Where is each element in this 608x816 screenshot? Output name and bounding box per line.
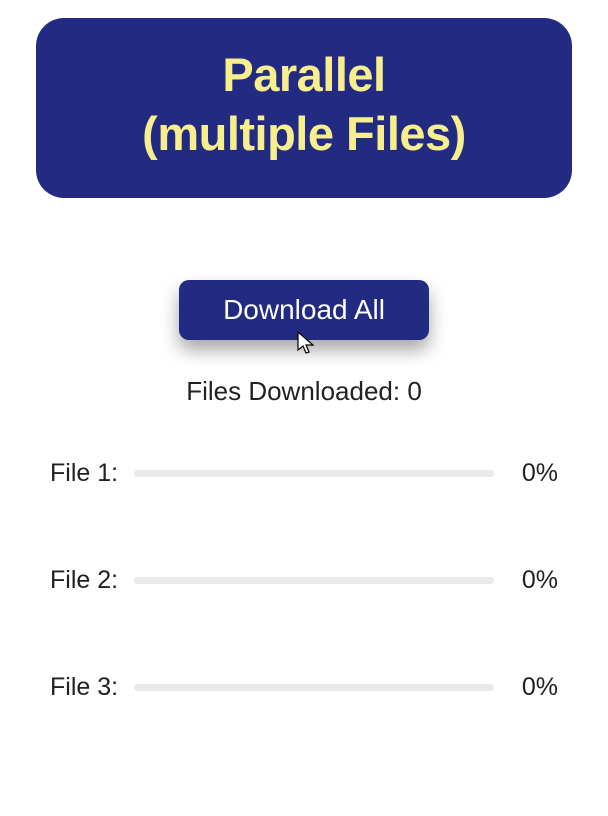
status-count: 0 (407, 376, 421, 406)
file-label: File 2: (50, 566, 122, 595)
progress-bar (134, 577, 494, 584)
files-list: File 1: 0% File 2: 0% File 3: 0% (0, 459, 608, 702)
main-content: Download All Files Downloaded: 0 File 1:… (0, 280, 608, 702)
page-title: Parallel (multiple Files) (56, 46, 552, 164)
files-downloaded-status: Files Downloaded: 0 (0, 376, 608, 407)
title-line-1: Parallel (222, 48, 385, 101)
file-row: File 3: 0% (50, 673, 558, 702)
status-label: Files Downloaded: (186, 376, 407, 406)
file-row: File 1: 0% (50, 459, 558, 488)
cursor-icon (296, 330, 316, 356)
file-label: File 1: (50, 459, 122, 488)
file-percent: 0% (506, 673, 558, 702)
file-percent: 0% (506, 566, 558, 595)
file-percent: 0% (506, 459, 558, 488)
header-card: Parallel (multiple Files) (36, 18, 572, 198)
progress-bar (134, 684, 494, 691)
download-all-button[interactable]: Download All (179, 280, 429, 340)
progress-bar (134, 470, 494, 477)
download-all-label: Download All (223, 294, 385, 325)
file-label: File 3: (50, 673, 122, 702)
title-line-2: (multiple Files) (142, 107, 466, 160)
file-row: File 2: 0% (50, 566, 558, 595)
